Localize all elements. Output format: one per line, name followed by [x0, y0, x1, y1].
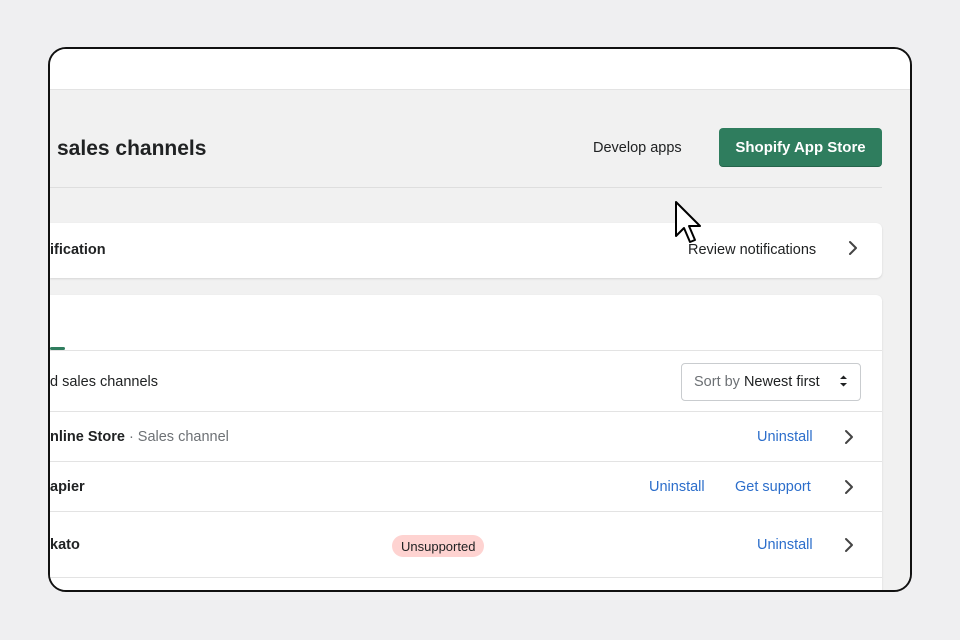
row-divider	[50, 577, 882, 578]
header-divider	[50, 187, 882, 188]
sort-prefix: Sort by	[694, 374, 740, 390]
page-title: sales channels	[57, 137, 207, 160]
sort-arrows-icon	[839, 374, 848, 388]
uninstall-link[interactable]: Uninstall	[757, 429, 813, 445]
row-divider	[50, 461, 882, 462]
installed-apps-card: d sales channels Sort by Newest first nl…	[50, 295, 882, 590]
app-name-separator: ·	[128, 429, 134, 445]
uninstall-link[interactable]: Uninstall	[649, 479, 705, 495]
uninstall-link[interactable]: Uninstall	[757, 537, 813, 553]
unsupported-badge: Unsupported	[392, 535, 485, 557]
get-support-link[interactable]: Get support	[735, 479, 811, 495]
sort-value: Newest first	[743, 374, 820, 390]
app-name-zapier: apier	[50, 479, 85, 495]
shopify-app-store-button[interactable]: Shopify App Store	[719, 128, 882, 167]
app-name-text: nline Store	[50, 429, 125, 445]
tabs-divider	[50, 350, 882, 351]
app-window: sales channels Develop apps Shopify App …	[48, 47, 912, 592]
apps-page: sales channels Develop apps Shopify App …	[50, 90, 910, 590]
notification-card: ification Review notifications	[50, 223, 882, 278]
row-divider	[50, 411, 882, 412]
chevron-right-icon[interactable]	[847, 240, 859, 261]
mouse-pointer-icon	[674, 200, 704, 250]
row-divider	[50, 511, 882, 512]
installed-channels-label: d sales channels	[50, 374, 159, 390]
top-bar	[50, 49, 910, 90]
notification-title: ification	[50, 242, 106, 258]
app-name-kato: kato	[50, 537, 80, 553]
develop-apps-link[interactable]: Develop apps	[593, 140, 682, 156]
chevron-right-icon[interactable]	[843, 479, 855, 500]
app-type-label: Sales channel	[137, 429, 229, 445]
app-name-online-store: nline Store · Sales channel	[50, 429, 229, 445]
chevron-right-icon[interactable]	[843, 537, 855, 558]
review-notifications-link[interactable]: Review notifications	[688, 242, 816, 258]
sort-select[interactable]: Sort by Newest first	[681, 363, 861, 401]
chevron-right-icon[interactable]	[843, 429, 855, 450]
